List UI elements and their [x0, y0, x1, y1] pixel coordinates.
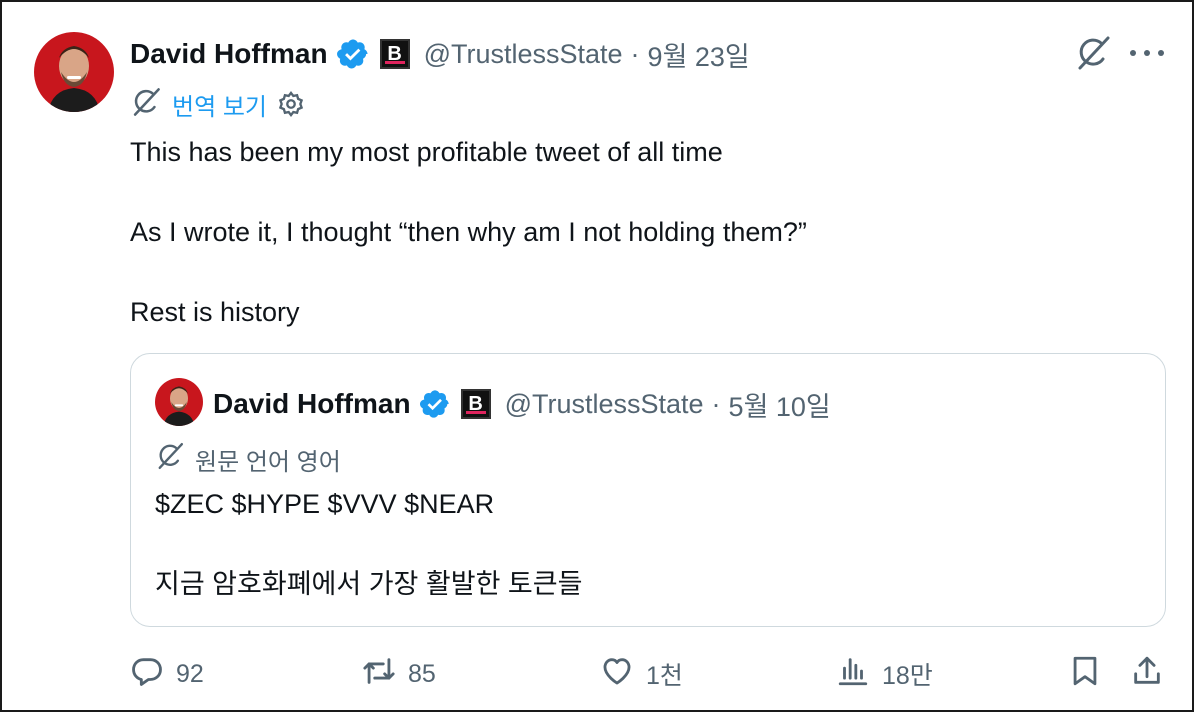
tweet-card: David Hoffman B @TrustlessState · 9월 23일… [0, 0, 1194, 712]
action-bar: 92 85 1천 18만 [130, 654, 1170, 694]
author-name[interactable]: David Hoffman [130, 38, 328, 70]
views-count: 18만 [882, 662, 933, 690]
original-language-label: 원문 언어 영어 [195, 448, 341, 476]
affiliate-badge[interactable]: B [379, 39, 410, 69]
tweet-date[interactable]: 9월 23일 [648, 35, 750, 74]
views-icon [836, 654, 870, 695]
reply-button[interactable]: 92 [130, 654, 204, 694]
like-button[interactable]: 1천 [600, 654, 683, 694]
quoted-avatar [155, 378, 203, 426]
reply-count: 92 [176, 659, 204, 688]
more-icon[interactable] [1130, 38, 1164, 68]
heart-icon [600, 654, 634, 695]
separator-dot: · [711, 388, 721, 419]
quoted-author-handle: @TrustlessState [504, 388, 704, 419]
like-count: 1천 [646, 662, 683, 690]
quoted-tweet-text: $ZEC $HYPE $VVV $NEAR 지금 암호화폐에서 가장 활발한 토… [155, 484, 1135, 644]
reply-icon [130, 654, 164, 695]
share-icon [1130, 654, 1164, 695]
quoted-tweet-paragraph: $ZEC $HYPE $VVV $NEAR [155, 489, 495, 519]
tweet-paragraph: This has been my most profitable tweet o… [130, 137, 723, 167]
bookmark-icon [1068, 654, 1102, 695]
retweet-button[interactable]: 85 [362, 654, 436, 694]
quoted-tweet[interactable]: David Hoffman B @TrustlessState · 5월 10일… [130, 353, 1166, 627]
quoted-tweet-header: David Hoffman B @TrustlessState · 5월 10일 [213, 384, 831, 424]
gear-icon[interactable] [277, 90, 305, 118]
original-language-row: 원문 언어 영어 [155, 442, 341, 476]
tweet-text: This has been my most profitable tweet o… [130, 132, 1150, 372]
tweet-paragraph: Rest is history [130, 297, 300, 327]
translate-icon [155, 441, 185, 478]
verified-badge-icon [419, 388, 451, 420]
tweet-header: David Hoffman B @TrustlessState · 9월 23일 [130, 32, 750, 76]
retweet-count: 85 [408, 659, 436, 688]
author-handle[interactable]: @TrustlessState [424, 39, 623, 70]
quoted-author-name: David Hoffman [213, 388, 411, 419]
views-button[interactable]: 18만 [836, 654, 933, 694]
grok-icon[interactable] [1074, 34, 1112, 72]
bookmark-button[interactable] [1068, 654, 1102, 694]
quoted-tweet-date: 5월 10일 [728, 391, 831, 422]
verified-badge-icon[interactable] [336, 37, 370, 71]
retweet-icon [362, 654, 396, 695]
avatar[interactable] [34, 32, 114, 112]
show-translation-link[interactable]: 번역 보기 [172, 87, 267, 122]
translate-icon [130, 86, 162, 123]
affiliate-badge: B [460, 389, 491, 419]
quoted-tweet-paragraph: 지금 암호화폐에서 가장 활발한 토큰들 [155, 569, 583, 599]
tweet-paragraph: As I wrote it, I thought “then why am I … [130, 217, 807, 247]
share-button[interactable] [1130, 654, 1164, 694]
separator-dot: · [630, 38, 640, 69]
translate-row: 번역 보기 [130, 86, 305, 122]
